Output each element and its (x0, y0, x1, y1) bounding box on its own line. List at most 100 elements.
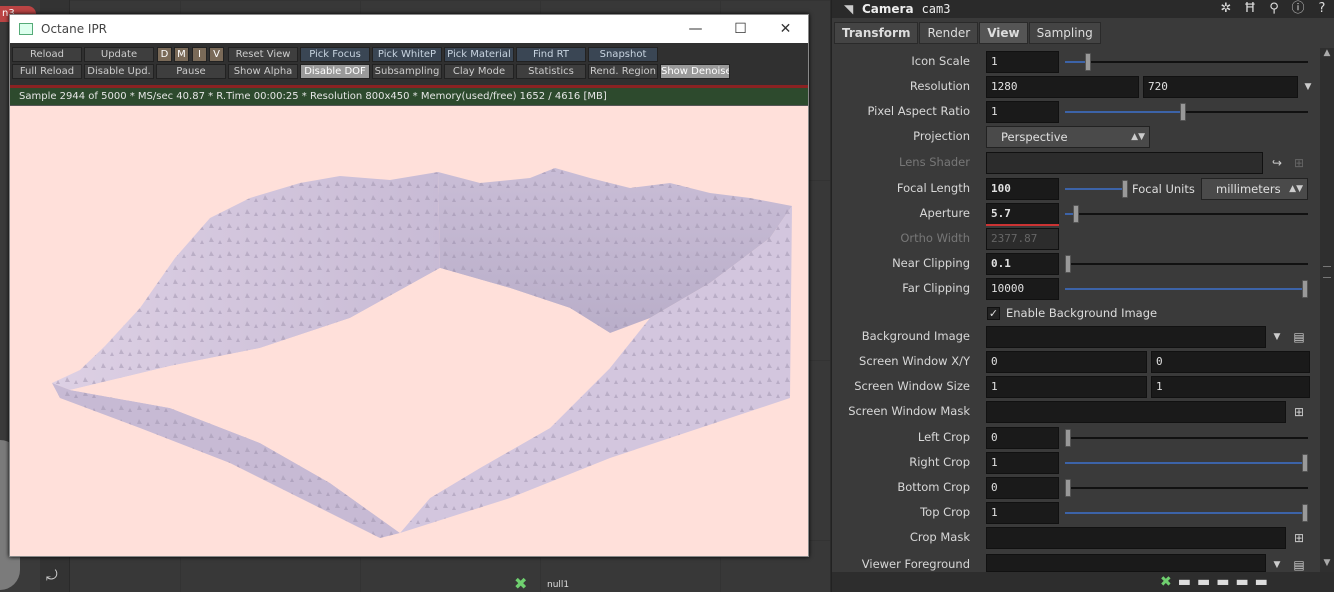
screen-window-size-row: Screen Window Size 1 1 (832, 376, 1322, 398)
camera-icon: ◥ (844, 2, 854, 16)
viewer-fg-field[interactable] (986, 554, 1266, 572)
v-button[interactable]: V (209, 47, 224, 62)
resolution-y-field[interactable]: 720 (1143, 76, 1298, 98)
octane-ipr-window[interactable]: Octane IPR — ☐ ✕ Reload Update D M I V R… (9, 14, 809, 557)
icon-scale-field[interactable]: 1 (986, 51, 1059, 73)
pick-material-button[interactable]: Pick Material (444, 47, 514, 62)
right-crop-slider[interactable] (1065, 454, 1308, 472)
far-clipping-slider[interactable] (1065, 280, 1308, 298)
tool-icon-1[interactable]: ▬ (1178, 574, 1197, 590)
snapshot-button[interactable]: Snapshot (588, 47, 658, 62)
far-clipping-field[interactable]: 10000 (986, 278, 1059, 300)
left-crop-field[interactable]: 0 (986, 427, 1059, 449)
aperture-slider[interactable] (1065, 205, 1308, 223)
tool-icon-2[interactable]: ▬ (1197, 574, 1216, 590)
resolution-x-field[interactable]: 1280 (986, 76, 1139, 98)
d-button[interactable]: D (157, 47, 172, 62)
show-denoise-button[interactable]: Show Denoise (660, 64, 730, 79)
shelf-icons[interactable]: ✖▬▬▬▬▬ (1160, 574, 1274, 590)
tool-icon-3[interactable]: ▬ (1216, 574, 1235, 590)
aperture-field[interactable]: 5.7 (986, 203, 1059, 225)
screen-window-size-y-field[interactable]: 1 (1151, 376, 1310, 398)
projection-dropdown[interactable]: Perspective ▲▼ (986, 126, 1150, 148)
tool-icon-5[interactable]: ▬ (1255, 574, 1274, 590)
i-button[interactable]: I (192, 47, 207, 62)
scroll-down-icon[interactable]: ▼ (1320, 558, 1334, 572)
icon-scale-slider[interactable] (1065, 53, 1308, 71)
show-alpha-button[interactable]: Show Alpha (228, 64, 298, 79)
statistics-button[interactable]: Statistics (516, 64, 586, 79)
jump-arrow-icon[interactable]: ↪ (1268, 154, 1286, 172)
bg-image-field[interactable] (986, 326, 1266, 348)
reload-button[interactable]: Reload (12, 47, 82, 62)
top-crop-field[interactable]: 1 (986, 502, 1059, 524)
pause-button[interactable]: Pause (156, 64, 226, 79)
tab-transform[interactable]: Transform (834, 22, 919, 44)
node-name-field[interactable]: cam3 (922, 2, 951, 16)
render-viewport[interactable] (10, 108, 808, 556)
help-icon[interactable]: ? (1310, 0, 1334, 18)
tool-icon-4[interactable]: ▬ (1235, 574, 1254, 590)
node-picker-icon[interactable]: ⊞ (1290, 403, 1308, 421)
pick-whitepoint-button[interactable]: Pick WhiteP (372, 47, 442, 62)
window-titlebar[interactable]: Octane IPR — ☐ ✕ (10, 15, 808, 43)
near-clipping-slider[interactable] (1065, 255, 1308, 273)
find-rt-button[interactable]: Find RT (516, 47, 586, 62)
scroll-up-icon[interactable]: ▲ (1320, 48, 1334, 62)
tab-sampling[interactable]: Sampling (1028, 22, 1101, 44)
clay-mode-button[interactable]: Clay Mode (444, 64, 514, 79)
info-icon[interactable]: ⓘ (1286, 0, 1310, 18)
maximize-icon[interactable]: ☐ (718, 21, 763, 37)
right-crop-label: Right Crop (909, 455, 970, 469)
enable-bg-row: ✓ Enable Background Image (832, 302, 1322, 324)
close-icon[interactable]: ✕ (763, 21, 808, 37)
minimize-icon[interactable]: — (673, 21, 718, 37)
enable-bg-checkbox[interactable]: ✓ (987, 307, 1000, 320)
focal-units-dropdown[interactable]: millimeters ▲▼ (1201, 178, 1308, 200)
render-region-button[interactable]: Rend. Region (588, 64, 658, 79)
enable-bg-label: Enable Background Image (1006, 306, 1158, 320)
update-button[interactable]: Update (84, 47, 154, 62)
screen-window-x-field[interactable]: 0 (986, 351, 1147, 373)
reset-view-button[interactable]: Reset View (228, 47, 298, 62)
subsampling-button[interactable]: Subsampling (372, 64, 442, 79)
pixel-aspect-slider[interactable] (1065, 103, 1308, 121)
null-node[interactable]: ✖ null1 (514, 574, 569, 592)
resolution-menu-icon[interactable]: ▼ (1299, 78, 1317, 96)
right-crop-field[interactable]: 1 (986, 452, 1059, 474)
file-browse-icon[interactable]: ▤ (1290, 328, 1308, 346)
tab-view[interactable]: View (979, 22, 1028, 44)
bg-image-menu-icon[interactable]: ▼ (1268, 328, 1286, 346)
top-crop-slider[interactable] (1065, 504, 1308, 522)
focal-length-slider[interactable] (1065, 180, 1128, 198)
near-clipping-field[interactable]: 0.1 (986, 253, 1059, 275)
lens-shader-field[interactable] (986, 152, 1263, 174)
bottom-crop-slider[interactable] (1065, 479, 1308, 497)
screen-window-size-x-field[interactable]: 1 (986, 376, 1147, 398)
ortho-width-field[interactable]: 2377.87 (986, 228, 1059, 250)
crop-mask-field[interactable] (986, 527, 1286, 549)
arrow-icon[interactable]: ⤾ (46, 568, 58, 584)
disable-update-button[interactable]: Disable Upd. (84, 64, 154, 79)
disable-dof-button[interactable]: Disable DOF (300, 64, 370, 79)
left-crop-label: Left Crop (917, 430, 970, 444)
help-h-icon[interactable]: Ħ (1238, 0, 1262, 18)
bottom-crop-field[interactable]: 0 (986, 477, 1059, 499)
full-reload-button[interactable]: Full Reload (12, 64, 82, 79)
node-picker-icon[interactable]: ⊞ (1290, 529, 1308, 547)
m-button[interactable]: M (174, 47, 189, 62)
search-icon[interactable]: ⚲ (1262, 0, 1286, 18)
node-picker-icon[interactable]: ⊞ (1290, 154, 1308, 172)
screen-window-mask-field[interactable] (986, 401, 1286, 423)
left-crop-slider[interactable] (1065, 429, 1308, 447)
gear-icon[interactable]: ✲ (1214, 0, 1238, 18)
focal-length-field[interactable]: 100 (986, 178, 1059, 200)
pane-scrollbar[interactable]: ▲ ▼ (1320, 48, 1334, 572)
screen-window-y-field[interactable]: 0 (1151, 351, 1310, 373)
pick-focus-button[interactable]: Pick Focus (300, 47, 370, 62)
node-icon[interactable]: ✖ (1160, 574, 1178, 590)
tab-render[interactable]: Render (919, 22, 979, 44)
scroll-grip[interactable] (1323, 266, 1331, 278)
pixel-aspect-field[interactable]: 1 (986, 101, 1059, 123)
right-crop-row: Right Crop 1 (832, 452, 1322, 474)
